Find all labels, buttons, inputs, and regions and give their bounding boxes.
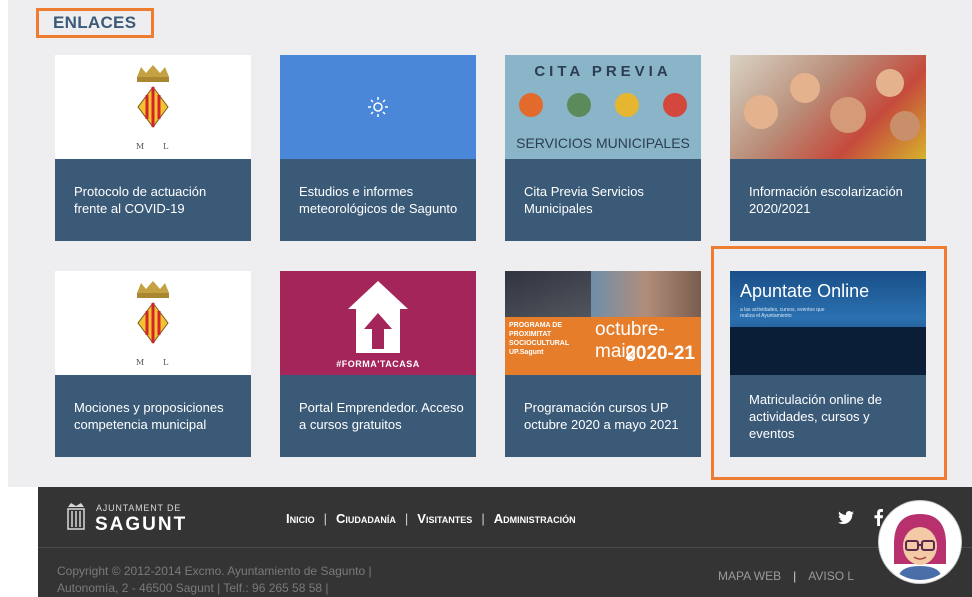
footer-nav: Inicio | Ciudadanía | Visitantes | Admin… [286, 511, 576, 526]
svg-text:M: M [136, 142, 144, 151]
card-thumbnail: PROGRAMA DE PROXIMITAT SOCIOCULTURAL UP.… [505, 271, 701, 375]
card-entrepreneur-portal[interactable]: #FORMA'TACASA Portal Emprendedor. Acceso… [280, 271, 476, 457]
assistant-avatar[interactable] [879, 501, 961, 583]
nav-visitantes[interactable]: Visitantes [417, 511, 472, 526]
legal-notice-link[interactable]: AVISO L [808, 569, 854, 583]
card-thumbnail [280, 55, 476, 159]
card-motions[interactable]: M L Mociones y proposiciones competencia… [55, 271, 251, 457]
calendar-icons [519, 93, 687, 119]
card-label: Mociones y proposiciones competencia mun… [74, 400, 224, 432]
card-thumbnail: M L [55, 271, 251, 375]
card-cita-previa[interactable]: CITA PREVIA SERVICIOS MUNICIPALES Cita P… [505, 55, 701, 241]
footer: AJUNTAMENT DE SAGUNT Inicio | Ciudadanía… [38, 487, 972, 597]
nav-administracion[interactable]: Administración [494, 511, 576, 526]
calendar-icon [663, 93, 687, 117]
card-meteorological-reports[interactable]: Estudios e informes meteorológicos de Sa… [280, 55, 476, 241]
svg-text:L: L [163, 142, 169, 151]
child-face [876, 69, 904, 97]
thumb-title: CITA PREVIA [534, 63, 672, 80]
calendar-icon [519, 93, 543, 117]
house-arrow-icon [348, 281, 408, 353]
card-thumbnail: #FORMA'TACASA [280, 271, 476, 375]
card-label: Programación cursos UP octubre 2020 a ma… [524, 400, 679, 432]
nav-ciudadania[interactable]: Ciudadanía [336, 511, 396, 526]
card-covid-protocol[interactable]: M L Protocolo de actuación frente al COV… [55, 55, 251, 241]
crest-icon: M L [136, 281, 169, 367]
section-title: ENLACES [36, 8, 154, 38]
card-label: Estudios e informes meteorológicos de Sa… [299, 184, 458, 216]
card-label: Cita Previa Servicios Municipales [524, 184, 644, 216]
address-line: Autonomía, 2 - 46500 Sagunt | Telf.: 96 … [57, 581, 329, 595]
child-face [830, 97, 866, 133]
card-school-enrollment[interactable]: Información escolarización 2020/2021 [730, 55, 926, 241]
child-face [790, 73, 820, 103]
thumb-year: 2020-21 [625, 343, 695, 364]
card-thumbnail: M L [55, 55, 251, 159]
card-thumbnail-kids-photo [730, 55, 926, 159]
child-face [744, 95, 778, 129]
highlight-frame [711, 246, 947, 480]
copyright: Copyright © 2012-2014 Excmo. Ayuntamient… [57, 563, 372, 597]
card-thumbnail: CITA PREVIA SERVICIOS MUNICIPALES [505, 55, 701, 159]
footer-links: MAPA WEB | AVISO L [718, 569, 855, 583]
calendar-icon [567, 93, 591, 117]
nav-inicio[interactable]: Inicio [286, 511, 315, 526]
card-label: Portal Emprendedor. Acceso a cursos grat… [299, 400, 464, 432]
svg-text:M: M [136, 358, 144, 367]
logo-title[interactable]: SAGUNT [95, 514, 187, 536]
facebook-icon[interactable] [874, 509, 883, 526]
sitemap-link[interactable]: MAPA WEB [718, 569, 781, 583]
thumb-caption: #FORMA'TACASA [336, 359, 420, 369]
card-up-courses[interactable]: PROGRAMA DE PROXIMITAT SOCIOCULTURAL UP.… [505, 271, 701, 457]
thumb-small-text: PROGRAMA DE PROXIMITAT SOCIOCULTURAL UP.… [509, 322, 570, 356]
assistant-avatar-icon [882, 504, 958, 580]
card-label: Información escolarización 2020/2021 [749, 184, 903, 216]
crest-icon [67, 503, 85, 530]
thumb-subtitle: SERVICIOS MUNICIPALES [516, 135, 690, 151]
copyright-line: Copyright © 2012-2014 Excmo. Ayuntamient… [57, 564, 372, 578]
thumb-band: PROGRAMA DE PROXIMITAT SOCIOCULTURAL UP.… [505, 317, 701, 375]
child-face [890, 111, 920, 141]
crest-icon: M L [136, 65, 169, 151]
calendar-icon [615, 93, 639, 117]
card-label: Protocolo de actuación frente al COVID-1… [74, 184, 207, 216]
sun-icon [368, 97, 388, 117]
logo-subtitle: AJUNTAMENT DE [96, 503, 182, 513]
twitter-icon[interactable] [838, 511, 854, 525]
svg-text:L: L [163, 358, 169, 367]
